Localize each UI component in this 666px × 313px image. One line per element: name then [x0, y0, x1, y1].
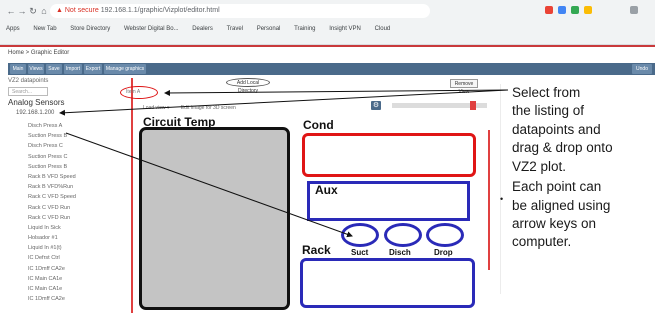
annotation-arrows [59, 89, 509, 238]
arrow-to-tree [59, 89, 509, 116]
arrow-drag-to-plot [65, 132, 353, 238]
